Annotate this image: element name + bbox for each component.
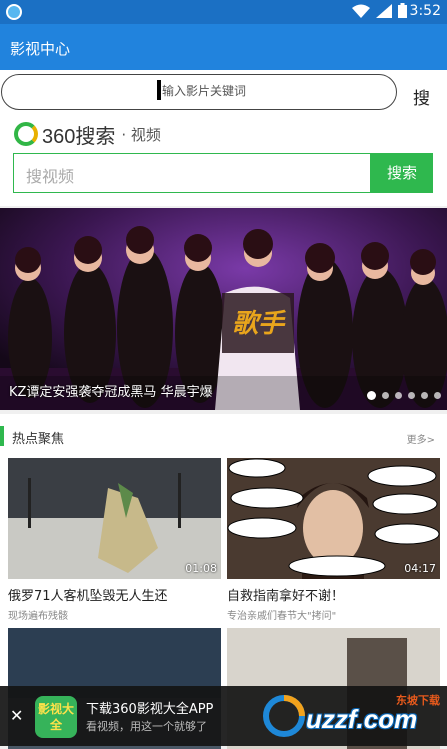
carousel-dot[interactable] <box>395 392 402 399</box>
video-card[interactable]: 04:17 自救指南拿好不谢！ 专治亲戚们春节大"拷问" <box>227 458 440 622</box>
section-accent-bar <box>0 426 4 446</box>
logo-name: 360搜索 <box>42 125 116 148</box>
carousel-dot[interactable] <box>367 391 376 400</box>
video-search-panel: 360搜索 · 视频 搜视频 搜索 <box>0 116 447 206</box>
video-thumbnail[interactable]: 01:08 <box>8 458 221 579</box>
plane-crash-image <box>8 458 221 579</box>
more-link[interactable]: 更多> <box>407 431 435 446</box>
watermark-main-text: uzzf.com <box>306 704 418 734</box>
video-duration: 01:08 <box>185 562 217 575</box>
video-card[interactable]: 01:08 俄罗71人客机坠毁无人生还 现场遍布残骸 <box>8 458 221 622</box>
section-title: 热点聚焦 <box>12 432 65 447</box>
360-logo-icon <box>14 122 38 146</box>
notification-app-icon <box>6 4 22 20</box>
ad-subtitle: 看视频，用这一个就够了 <box>86 720 207 733</box>
video-search-input[interactable]: 搜视频 <box>13 153 371 193</box>
app-icon-text: 影视大全 <box>37 702 74 732</box>
carousel-dot[interactable] <box>408 392 415 399</box>
close-icon[interactable]: ✕ <box>10 706 23 725</box>
url-search-button[interactable]: 搜 <box>413 84 430 109</box>
video-search-button[interactable]: 搜索 <box>371 153 433 193</box>
video-subtitle: 现场遍布残骸 <box>8 611 68 622</box>
360-search-logo: 360搜索 · 视频 <box>14 120 161 148</box>
logo-sub: · 视频 <box>121 125 161 144</box>
video-title: 自救指南拿好不谢！ <box>227 589 345 604</box>
svg-text:歌手: 歌手 <box>232 309 286 339</box>
carousel-dot[interactable] <box>382 392 389 399</box>
carousel-dot[interactable] <box>421 392 428 399</box>
ad-title: 下载360影视大全APP <box>86 702 214 717</box>
url-bar: 输入影片关键词 搜 <box>0 70 447 116</box>
signal-icon <box>376 3 392 18</box>
watermark-logo-icon <box>263 695 305 737</box>
app-header: 影视中心 <box>0 24 447 70</box>
wifi-icon <box>352 4 370 18</box>
page-title: 影视中心 <box>10 40 71 58</box>
status-icons <box>352 3 407 18</box>
video-thumbnail[interactable]: 04:17 <box>227 458 440 579</box>
app-icon: 影视大全 <box>35 696 77 738</box>
banner-image: 歌手 <box>0 208 447 410</box>
carousel-indicator <box>367 391 441 400</box>
video-subtitle: 专治亲戚们春节大"拷问" <box>227 611 337 622</box>
url-input-placeholder: 输入影片关键词 <box>162 84 247 98</box>
carousel-dot[interactable] <box>434 392 441 399</box>
video-title: 俄罗71人客机坠毁无人生还 <box>8 589 168 604</box>
clock: 3:52 <box>409 3 441 19</box>
status-bar: 3:52 <box>0 0 447 24</box>
banner-carousel[interactable]: 歌手 KZ谭定安强袭夺冠成黑马 华晨宇爆 <box>0 208 447 410</box>
new-year-questions-image <box>227 458 440 579</box>
section-header: 热点聚焦 更多> <box>0 422 447 452</box>
banner-caption: KZ谭定安强袭夺冠成黑马 华晨宇爆 <box>9 385 213 400</box>
battery-icon <box>398 3 407 18</box>
video-duration: 04:17 <box>404 562 436 575</box>
site-watermark: 东坡下载 uzzf.com <box>262 692 442 740</box>
video-search-placeholder: 搜视频 <box>26 167 75 186</box>
text-cursor <box>157 80 161 100</box>
